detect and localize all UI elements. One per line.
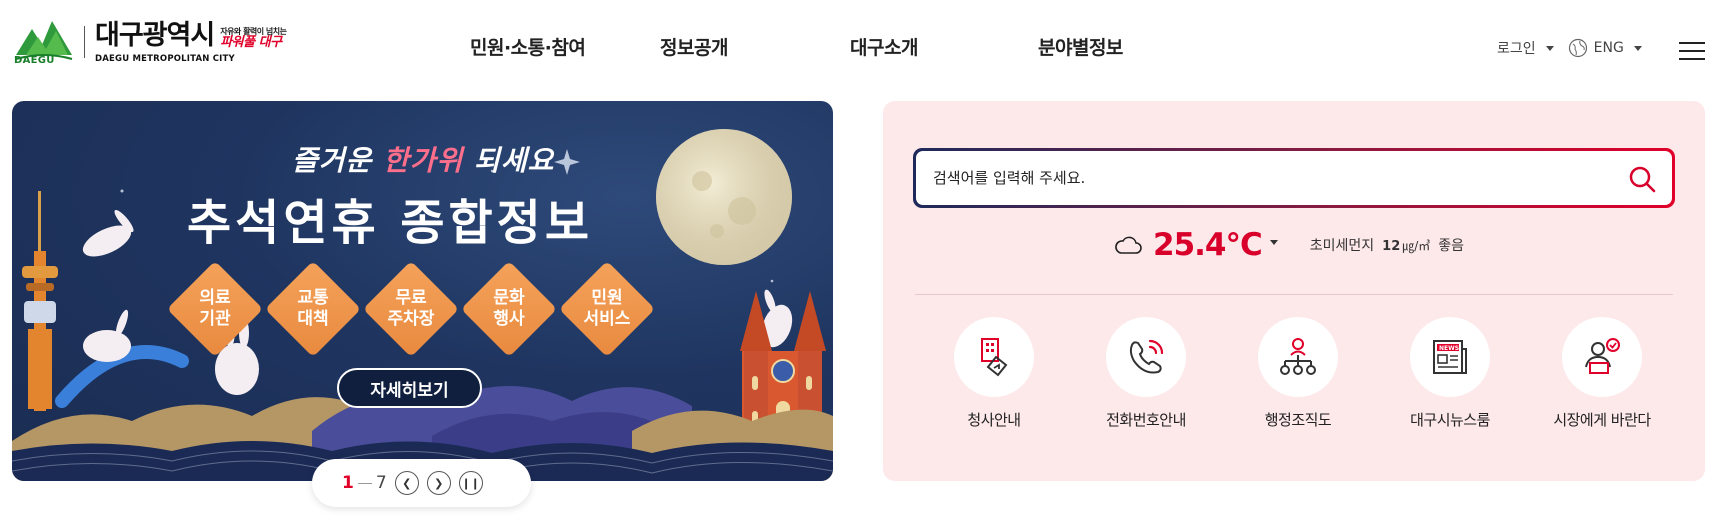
gnb-item-civil[interactable]: 민원·소통·참여 bbox=[470, 33, 660, 60]
detail-button[interactable]: 자세히보기 bbox=[337, 368, 482, 408]
quick-label: 청사안내 bbox=[967, 411, 1021, 429]
quick-label: 행정조직도 bbox=[1264, 411, 1332, 429]
quick-circle bbox=[1562, 317, 1642, 397]
panel-divider bbox=[915, 294, 1673, 295]
banner-subtitle-post: 되세요 bbox=[463, 144, 555, 177]
pager-total: 7 bbox=[375, 473, 387, 493]
menu-icon[interactable] bbox=[1679, 42, 1705, 60]
chevron-down-icon bbox=[1545, 45, 1554, 51]
quick-circle bbox=[1258, 317, 1338, 397]
quick-link-news[interactable]: NEWS 대구시뉴스룸 bbox=[1374, 317, 1526, 430]
dust-unit: ㎍/㎥ bbox=[1402, 239, 1431, 253]
language-label: ENG bbox=[1593, 40, 1624, 56]
quick-link-org[interactable]: 행정조직도 bbox=[1222, 317, 1374, 430]
temperature: 25.4°C bbox=[1153, 227, 1263, 263]
banner-pager: 1 7 ❮ ❯ ❙❙ bbox=[312, 459, 531, 507]
quick-link-phone[interactable]: 전화번호안내 bbox=[1070, 317, 1222, 430]
mayor-icon bbox=[1585, 338, 1620, 374]
quick-circle bbox=[954, 317, 1034, 397]
fine-dust: 초미세먼지 12 ㎍/㎥ 좋음 bbox=[1310, 235, 1464, 255]
logo-kor-row: 대구광역시 자유와 활력이 넘치는 파워풀 대구 bbox=[95, 19, 287, 51]
banner-subtitle: 즐거운 한가위 되세요 bbox=[292, 139, 554, 179]
pager-separator bbox=[357, 482, 372, 484]
svg-text:NEWS: NEWS bbox=[1439, 345, 1459, 352]
quick-link-building[interactable]: 청사안내 bbox=[918, 317, 1070, 430]
prev-icon[interactable]: ❮ bbox=[394, 471, 419, 495]
quick-label: 대구시뉴스룸 bbox=[1410, 411, 1490, 429]
pause-icon[interactable]: ❙❙ bbox=[458, 471, 483, 495]
search-icon[interactable] bbox=[1628, 165, 1656, 193]
quick-circle bbox=[1106, 317, 1186, 397]
gnb-item-about[interactable]: 대구소개 bbox=[850, 33, 1038, 60]
daegu-emblem: DAEGU bbox=[12, 15, 76, 69]
emblem-label: DAEGU bbox=[14, 55, 55, 66]
main-navigation: 민원·소통·참여 정보공개 대구소개 분야별정보 bbox=[470, 33, 1228, 60]
news-icon: NEWS bbox=[1433, 340, 1467, 374]
login-dropdown[interactable]: 로그인 bbox=[1497, 38, 1554, 58]
banner-item-culture[interactable]: 문화 행사 bbox=[460, 260, 558, 358]
diamond-label: 의료 기관 bbox=[199, 288, 231, 329]
diamond-label: 무료 주차장 bbox=[387, 288, 435, 329]
org-chart-icon bbox=[1280, 338, 1316, 375]
pager-current: 1 bbox=[342, 473, 354, 493]
next-icon[interactable]: ❯ bbox=[426, 471, 451, 495]
chevron-down-icon bbox=[1633, 45, 1642, 51]
cloud-icon bbox=[1115, 236, 1142, 254]
diamond-label: 민원 서비스 bbox=[583, 288, 631, 329]
login-label: 로그인 bbox=[1497, 41, 1536, 57]
menu-line bbox=[1679, 58, 1705, 60]
globe-icon bbox=[1568, 38, 1587, 58]
banner-subtitle-pre: 즐거운 bbox=[292, 144, 384, 177]
banner-item-medical[interactable]: 의료 기관 bbox=[166, 260, 264, 358]
weather-widget: 25.4°C 초미세먼지 12 ㎍/㎥ 좋음 bbox=[1113, 225, 1464, 265]
search-input[interactable] bbox=[933, 151, 1573, 205]
search-panel: 25.4°C 초미세먼지 12 ㎍/㎥ 좋음 청사안내 bbox=[883, 101, 1705, 481]
menu-line bbox=[1679, 50, 1705, 52]
banner-item-traffic[interactable]: 교통 대책 bbox=[264, 260, 362, 358]
utility-menu: 로그인 ENG bbox=[1497, 38, 1642, 58]
chevron-down-icon[interactable] bbox=[1269, 239, 1278, 245]
logo-name-eng: DAEGU METROPOLITAN CITY bbox=[95, 53, 235, 64]
quick-label: 전화번호안내 bbox=[1106, 411, 1186, 429]
dust-status: 좋음 bbox=[1438, 238, 1465, 254]
logo-slogan: 자유와 활력이 넘치는 파워풀 대구 bbox=[220, 27, 287, 50]
building-icon bbox=[981, 338, 1008, 377]
banner-title: 추석연휴 종합정보 bbox=[187, 195, 593, 251]
gnb-item-info[interactable]: 정보공개 bbox=[660, 33, 850, 60]
quick-circle: NEWS bbox=[1410, 317, 1490, 397]
menu-line bbox=[1679, 42, 1705, 44]
logo-divider bbox=[84, 26, 85, 58]
diamond-label: 문화 행사 bbox=[493, 288, 525, 329]
logo-text: 대구광역시 자유와 활력이 넘치는 파워풀 대구 DAEGU METROPOLI… bbox=[95, 19, 287, 64]
site-logo[interactable]: DAEGU 대구광역시 자유와 활력이 넘치는 파워풀 대구 DAEGU MET… bbox=[12, 14, 332, 70]
dust-label: 초미세먼지 bbox=[1309, 238, 1375, 254]
banner-item-civil-service[interactable]: 민원 서비스 bbox=[558, 260, 656, 358]
quick-link-mayor[interactable]: 시장에게 바란다 bbox=[1526, 317, 1678, 430]
quick-links: 청사안내 전화번호안내 행정조직도 NEWS 대구시뉴스룸 시장에게 바란다 bbox=[918, 317, 1678, 430]
quick-label: 시장에게 바란다 bbox=[1553, 411, 1651, 429]
logo-name-kor: 대구광역시 bbox=[95, 19, 215, 51]
dust-value: 12 bbox=[1382, 239, 1401, 254]
slogan-big: 파워풀 대구 bbox=[220, 34, 282, 50]
diamond-label: 교통 대책 bbox=[297, 288, 329, 329]
main-banner[interactable]: 즐거운 한가위 되세요 추석연휴 종합정보 의료 기관 교통 대책 무료 주차장… bbox=[12, 101, 833, 481]
banner-subtitle-highlight: 한가위 bbox=[383, 144, 464, 177]
language-dropdown[interactable]: ENG bbox=[1568, 38, 1642, 58]
phone-icon bbox=[1129, 339, 1164, 374]
site-header: DAEGU 대구광역시 자유와 활력이 넘치는 파워풀 대구 DAEGU MET… bbox=[0, 0, 1723, 96]
banner-item-parking[interactable]: 무료 주차장 bbox=[362, 260, 460, 358]
gnb-item-field[interactable]: 분야별정보 bbox=[1038, 33, 1228, 60]
